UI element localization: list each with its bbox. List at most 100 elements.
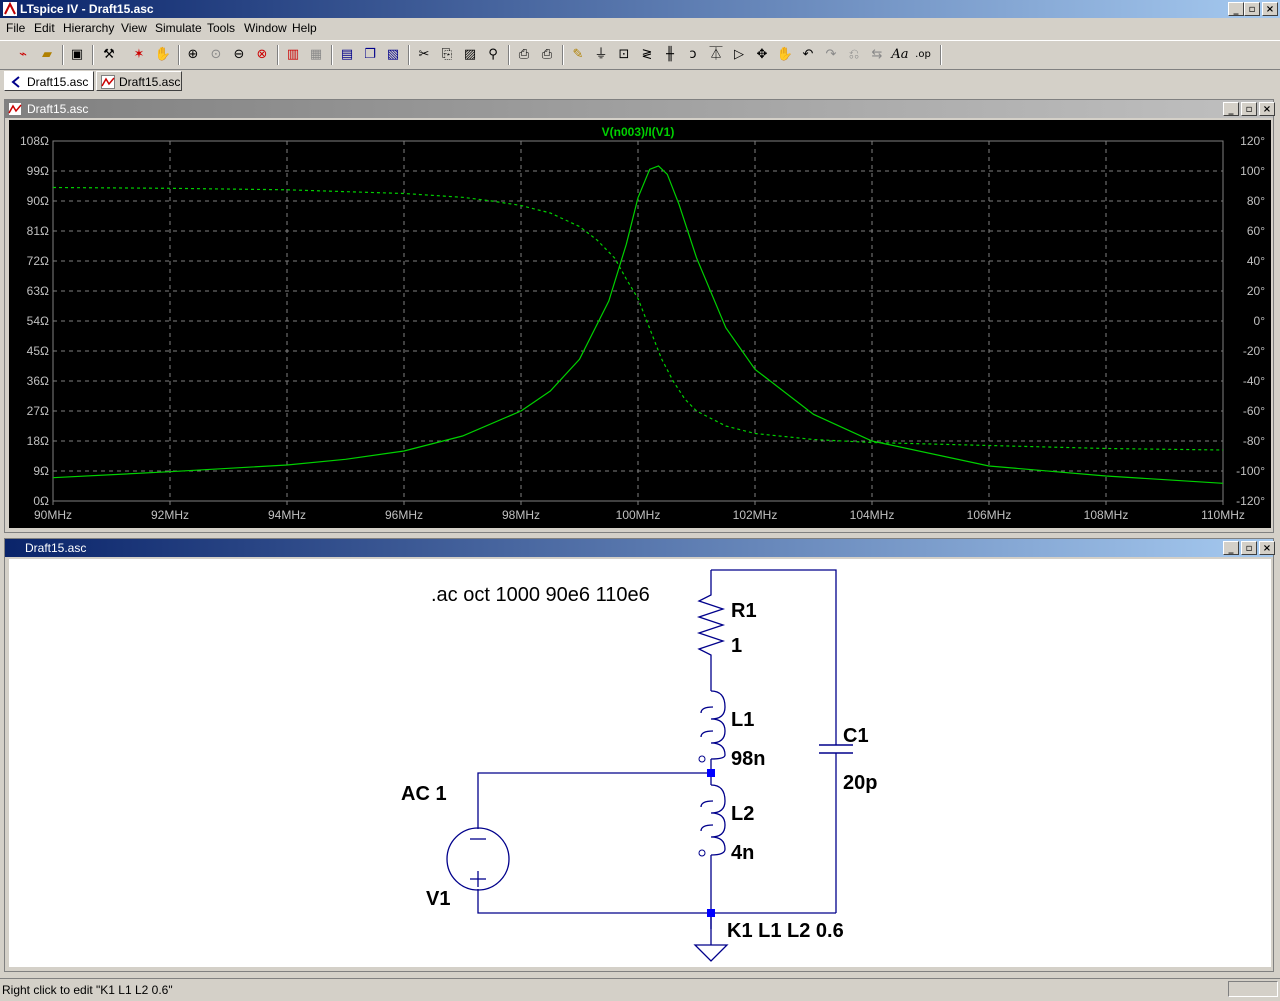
inductor-l2[interactable] bbox=[700, 784, 726, 856]
l2-value-label[interactable]: 4n bbox=[731, 842, 754, 864]
v1-name-label[interactable]: V1 bbox=[426, 888, 450, 910]
junction-ground bbox=[707, 909, 715, 917]
wire-icon[interactable]: ✎ bbox=[569, 46, 587, 64]
maximize-button[interactable]: ▫ bbox=[1244, 2, 1260, 16]
menu-tools[interactable]: Tools bbox=[207, 21, 235, 35]
save-icon[interactable]: ▣ bbox=[68, 46, 86, 64]
capacitor-icon[interactable]: ╫ bbox=[661, 46, 679, 64]
schematic-window-titlebar[interactable]: Draft15.asc _ ▫ × bbox=[5, 539, 1275, 557]
waveform-window-titlebar[interactable]: Draft15.asc _ ▫ × bbox=[5, 100, 1275, 118]
y-tick-label: 99Ω bbox=[27, 164, 49, 178]
tab-waveform[interactable]: Draft15.asc bbox=[96, 71, 182, 91]
tile-vertical-icon[interactable]: ▧ bbox=[384, 46, 402, 64]
tab-schematic[interactable]: Draft15.asc bbox=[4, 71, 94, 91]
status-bar: Right click to edit "K1 L1 L2 0.6" bbox=[0, 978, 1280, 1001]
ground-icon[interactable]: ⏚ bbox=[592, 46, 610, 64]
grid-icon[interactable]: ▦ bbox=[307, 46, 325, 64]
component-icon[interactable]: ▷ bbox=[730, 46, 748, 64]
mirror-icon[interactable]: ⇆ bbox=[868, 46, 886, 64]
menu-help[interactable]: Help bbox=[292, 21, 317, 35]
menu-edit[interactable]: Edit bbox=[34, 21, 55, 35]
c1-value-label[interactable]: 20p bbox=[843, 772, 877, 794]
open-icon[interactable]: ▰ bbox=[38, 46, 56, 64]
text-icon[interactable]: Aa bbox=[891, 46, 909, 64]
zoom-out-icon[interactable]: ⊖ bbox=[230, 46, 248, 64]
redo-icon[interactable]: ↷ bbox=[822, 46, 840, 64]
plot-area[interactable]: 90MHz 92MHz 94MHz 96MHz 98MHz 100MHz 102MHz 104… bbox=[9, 120, 1271, 528]
y-tick-label: 0Ω bbox=[33, 494, 49, 508]
l1-name-label[interactable]: L1 bbox=[731, 709, 754, 731]
x-tick-label: 100MHz bbox=[616, 508, 661, 522]
menu-file[interactable]: File bbox=[6, 21, 25, 35]
waveform-close-button[interactable]: × bbox=[1259, 102, 1275, 116]
resistor-r1[interactable] bbox=[696, 589, 726, 657]
halt-icon[interactable]: ✋ bbox=[154, 46, 172, 64]
y-tick-label: 63Ω bbox=[27, 284, 49, 298]
minimize-button[interactable]: _ bbox=[1228, 2, 1244, 16]
autorange-icon[interactable]: ▥ bbox=[284, 46, 302, 64]
y-tick-label: 72Ω bbox=[27, 254, 49, 268]
menu-window[interactable]: Window bbox=[244, 21, 287, 35]
undo-icon[interactable]: ↶ bbox=[799, 46, 817, 64]
diode-icon[interactable]: ⏄ bbox=[707, 46, 725, 64]
cascade-icon[interactable]: ❐ bbox=[361, 46, 379, 64]
ltspice-logo-icon bbox=[3, 2, 17, 16]
zoom-fit-icon[interactable]: ⊗ bbox=[253, 46, 271, 64]
c1-name-label[interactable]: C1 bbox=[843, 725, 869, 747]
print-icon[interactable]: ⎙ bbox=[538, 46, 556, 64]
app-titlebar[interactable]: LTspice IV - Draft15.asc _ ▫ × bbox=[0, 0, 1280, 18]
paste-icon[interactable]: ▨ bbox=[461, 46, 479, 64]
y2-tick-label: 60° bbox=[1247, 224, 1265, 238]
y2-tick-label: -40° bbox=[1243, 374, 1265, 388]
pan-icon[interactable]: ⊙ bbox=[207, 46, 225, 64]
waveform-window[interactable]: Draft15.asc _ ▫ × 90MHz 92MHz 94MHz 96MHz 98… bbox=[4, 99, 1275, 533]
v1-value-label[interactable]: AC 1 bbox=[401, 783, 447, 805]
schematic-minimize-button[interactable]: _ bbox=[1223, 541, 1239, 555]
print-preview-icon[interactable]: ⎙ bbox=[515, 46, 533, 64]
tile-horizontal-icon[interactable]: ▤ bbox=[338, 46, 356, 64]
close-button[interactable]: × bbox=[1262, 2, 1278, 16]
menu-bar: File Edit Hierarchy View Simulate Tools … bbox=[0, 19, 1280, 38]
junction-l1-l2 bbox=[707, 769, 715, 777]
y-tick-label: 54Ω bbox=[27, 314, 49, 328]
label-net-icon[interactable]: ⊡ bbox=[615, 46, 633, 64]
move-icon[interactable]: ✥ bbox=[753, 46, 771, 64]
waveform-minimize-button[interactable]: _ bbox=[1223, 102, 1239, 116]
waveform-maximize-button[interactable]: ▫ bbox=[1241, 102, 1257, 116]
menu-hierarchy[interactable]: Hierarchy bbox=[63, 21, 114, 35]
menu-simulate[interactable]: Simulate bbox=[155, 21, 202, 35]
l1-value-label[interactable]: 98n bbox=[731, 748, 765, 770]
trace-title[interactable]: V(n003)/I(V1) bbox=[602, 125, 675, 139]
coupling-directive[interactable]: K1 L1 L2 0.6 bbox=[727, 920, 844, 942]
resistor-icon[interactable]: ≷ bbox=[638, 46, 656, 64]
waveform-plot[interactable]: 90MHz 92MHz 94MHz 96MHz 98MHz 100MHz 102MHz 104… bbox=[9, 120, 1271, 528]
zoom-in-icon[interactable]: ⊕ bbox=[184, 46, 202, 64]
control-panel-icon[interactable]: ⚒ bbox=[100, 46, 118, 64]
rotate-icon[interactable]: ⎌ bbox=[845, 46, 863, 64]
schematic-window[interactable]: Draft15.asc _ ▫ × .ac oct 1000 90e6 110e… bbox=[4, 538, 1275, 972]
y-tick-label: 18Ω bbox=[27, 434, 49, 448]
run-icon[interactable]: ✶ bbox=[130, 46, 148, 64]
toolbar: ⌁ ▰ ▣ ⚒ ✶ ✋ ⊕ ⊙ ⊖ ⊗ ▥ ▦ ▤ ❐ ▧ ✂ ⎘ ▨ ⚲ ⎙ … bbox=[0, 40, 1280, 70]
r1-name-label[interactable]: R1 bbox=[731, 600, 757, 622]
x-tick-label: 92MHz bbox=[151, 508, 189, 522]
find-icon[interactable]: ⚲ bbox=[484, 46, 502, 64]
inductor-icon[interactable]: ↄ bbox=[684, 46, 702, 64]
schematic-canvas[interactable]: .ac oct 1000 90e6 110e6 R1 1 L1 98n L2 4… bbox=[9, 559, 1271, 967]
y2-tick-label: -120° bbox=[1236, 494, 1265, 508]
schematic-drawing[interactable]: .ac oct 1000 90e6 110e6 R1 1 L1 98n L2 4… bbox=[9, 559, 1271, 967]
r1-value-label[interactable]: 1 bbox=[731, 635, 742, 657]
schematic-maximize-button[interactable]: ▫ bbox=[1241, 541, 1257, 555]
voltage-source-v1[interactable] bbox=[446, 827, 510, 891]
schematic-close-button[interactable]: × bbox=[1259, 541, 1275, 555]
menu-view[interactable]: View bbox=[121, 21, 147, 35]
cut-icon[interactable]: ✂ bbox=[415, 46, 433, 64]
drag-icon[interactable]: ✋ bbox=[776, 46, 794, 64]
spice-directive-icon[interactable]: .op bbox=[914, 46, 932, 64]
copy-icon[interactable]: ⎘ bbox=[438, 46, 456, 64]
ac-directive[interactable]: .ac oct 1000 90e6 110e6 bbox=[431, 584, 650, 606]
inductor-l1[interactable] bbox=[700, 690, 726, 760]
ground-symbol-icon[interactable] bbox=[693, 944, 729, 962]
l2-name-label[interactable]: L2 bbox=[731, 803, 754, 825]
new-schematic-icon[interactable]: ⌁ bbox=[14, 46, 32, 64]
